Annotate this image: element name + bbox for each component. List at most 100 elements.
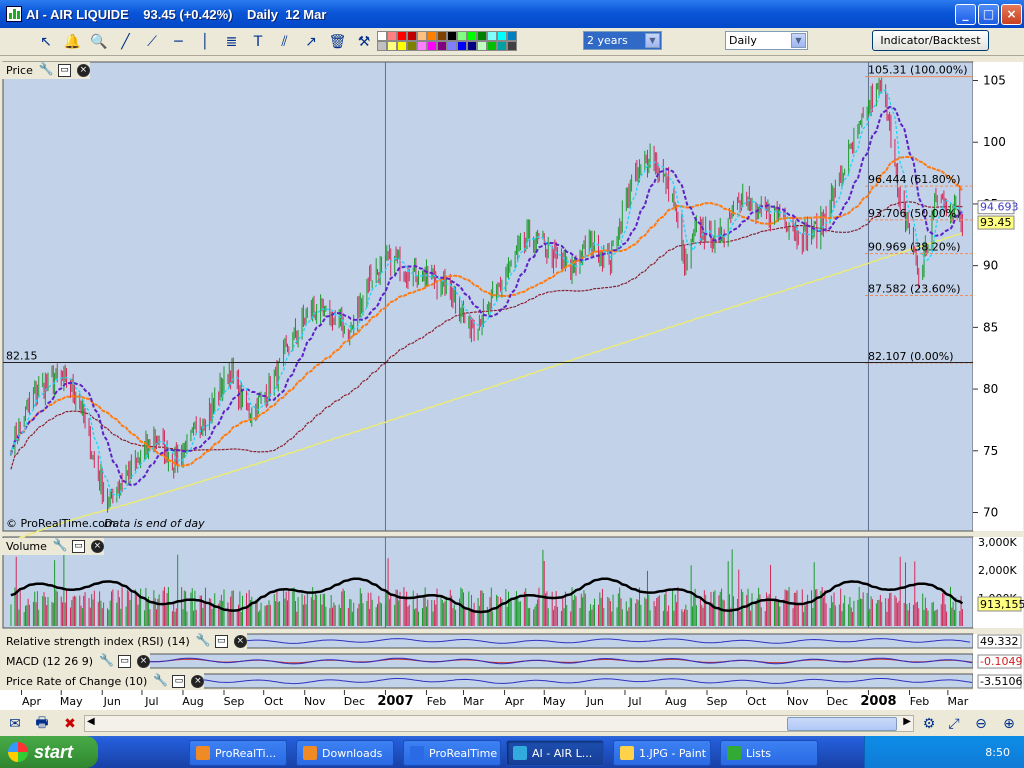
month-label: Oct [747, 695, 767, 708]
month-label: Feb [910, 695, 929, 708]
volume-panel-header: Volume 🔧 ▭ × [2, 538, 104, 555]
line-tool-icon[interactable]: ╱ [115, 31, 137, 53]
taskbar-button[interactable]: AI - AIR L... [506, 740, 604, 766]
taskbar-button[interactable]: ProRealTime [403, 740, 501, 766]
palette-swatch[interactable] [467, 31, 477, 41]
alert-bell-tool-icon[interactable]: 🔔 [62, 31, 84, 53]
taskbar-button[interactable]: 1.JPG - Paint [613, 740, 711, 766]
data-note-label: Data is end of day [104, 517, 205, 530]
taskbar-button[interactable]: ProRealTi... [189, 740, 287, 766]
delete-icon[interactable]: ✖ [59, 713, 81, 735]
wrench-icon[interactable]: 🔧 [153, 674, 168, 688]
close-panel-icon[interactable]: × [233, 635, 247, 648]
palette-swatch[interactable] [397, 31, 407, 41]
palette-swatch[interactable] [427, 31, 437, 41]
trash-tool-icon[interactable]: 🗑 [327, 31, 349, 53]
palette-swatch[interactable] [407, 31, 417, 41]
horizontal-line-tool-icon[interactable]: ─ [168, 31, 190, 53]
palette-swatch[interactable] [407, 41, 417, 51]
mail-icon[interactable]: ✉ [4, 713, 26, 735]
palette-swatch[interactable] [437, 41, 447, 51]
palette-swatch[interactable] [447, 31, 457, 41]
palette-swatch[interactable] [507, 41, 517, 51]
fib-level-label: 105.31 (100.00%) [868, 64, 968, 77]
palette-swatch[interactable] [387, 41, 397, 51]
arrow-tool-icon[interactable]: ↗ [300, 31, 322, 53]
month-label: Jun [103, 695, 121, 708]
app-icon [303, 746, 317, 760]
vertical-line-tool-icon[interactable]: │ [194, 31, 216, 53]
maximize-button[interactable]: □ [978, 4, 999, 25]
wrench-icon[interactable]: 🔧 [196, 634, 211, 648]
taskbar-button[interactable]: Downloads [296, 740, 394, 766]
chevron-down-icon[interactable]: ▼ [645, 33, 660, 48]
settings-tool-icon[interactable]: ⚒ [353, 31, 375, 53]
palette-swatch[interactable] [507, 31, 517, 41]
palette-swatch[interactable] [447, 41, 457, 51]
window-icon[interactable]: ▭ [214, 635, 228, 648]
scroll-right-icon[interactable]: ▶ [903, 716, 911, 727]
period-select[interactable]: 2 years ▼ [583, 31, 662, 50]
palette-swatch[interactable] [437, 31, 447, 41]
time-scrollbar[interactable]: ◀ ▶ [84, 715, 914, 732]
zoom-in-icon[interactable]: ⊕ [998, 713, 1020, 735]
scroll-thumb[interactable] [787, 717, 897, 731]
palette-swatch[interactable] [467, 41, 477, 51]
trendline-tool-icon[interactable]: ⟋ [141, 31, 163, 53]
palette-swatch[interactable] [457, 31, 467, 41]
palette-swatch[interactable] [377, 31, 387, 41]
scroll-left-icon[interactable]: ◀ [87, 716, 95, 727]
text-tool-icon[interactable]: T [247, 31, 269, 53]
palette-swatch[interactable] [497, 31, 507, 41]
month-label: Feb [427, 695, 446, 708]
wrench-icon[interactable]: 🔧 [39, 63, 54, 77]
indicator-backtest-button[interactable]: Indicator/Backtest [872, 30, 989, 51]
month-label: Dec [344, 695, 365, 708]
wrench-icon[interactable]: 🔧 [53, 539, 68, 553]
palette-swatch[interactable] [497, 41, 507, 51]
wrench-icon[interactable]: 🔧 [99, 654, 114, 668]
palette-swatch[interactable] [457, 41, 467, 51]
minimize-button[interactable]: _ [955, 4, 976, 25]
chevron-down-icon[interactable]: ▼ [791, 33, 806, 48]
palette-swatch[interactable] [377, 41, 387, 51]
palette-swatch[interactable] [477, 41, 487, 51]
taskbar-button[interactable]: Lists [720, 740, 818, 766]
close-button[interactable]: × [1001, 4, 1022, 25]
pointer-tool-icon[interactable]: ↖ [35, 31, 57, 53]
chart-svg[interactable]: Apr May Jun Jul Aug Sep Oct Nov Dec 2007 Feb Mar Apr… [0, 58, 1024, 716]
palette-swatch[interactable] [427, 41, 437, 51]
palette-swatch[interactable] [397, 41, 407, 51]
month-label: Apr [505, 695, 525, 708]
palette-swatch[interactable] [487, 41, 497, 51]
print-icon[interactable]: 🖶 [31, 713, 53, 735]
zoom-tool-icon[interactable]: 🔍 [88, 31, 110, 53]
chart-settings-icon[interactable]: ⚙ [918, 713, 940, 735]
y-tick-label: 75 [983, 444, 998, 458]
window-icon[interactable]: ▭ [172, 675, 186, 688]
month-label: Nov [304, 695, 326, 708]
palette-swatch[interactable] [387, 31, 397, 41]
close-panel-icon[interactable]: × [191, 675, 205, 688]
window-icon[interactable]: ▭ [118, 655, 132, 668]
start-button[interactable]: start [0, 736, 98, 768]
window-icon[interactable]: ▭ [57, 64, 71, 77]
y-tick-label: 80 [983, 382, 998, 396]
close-panel-icon[interactable]: × [90, 540, 104, 553]
color-palette[interactable] [377, 31, 517, 51]
zoom-out-icon[interactable]: ⊖ [970, 713, 992, 735]
palette-swatch[interactable] [417, 41, 427, 51]
palette-swatch[interactable] [477, 31, 487, 41]
zoom-fit-icon[interactable]: ⤢ [943, 713, 965, 735]
app-icon [6, 6, 22, 22]
fibonacci-tool-icon[interactable]: ≣ [221, 31, 243, 53]
palette-swatch[interactable] [417, 31, 427, 41]
interval-select[interactable]: Daily ▼ [725, 31, 808, 50]
palette-swatch[interactable] [487, 31, 497, 41]
close-panel-icon[interactable]: × [137, 655, 151, 668]
close-panel-icon[interactable]: × [76, 64, 90, 77]
window-icon[interactable]: ▭ [71, 540, 85, 553]
copyright-label: © ProRealTime.com [6, 517, 116, 530]
parallel-channel-tool-icon[interactable]: ⫽ [274, 31, 296, 53]
month-label: Aug [665, 695, 686, 708]
